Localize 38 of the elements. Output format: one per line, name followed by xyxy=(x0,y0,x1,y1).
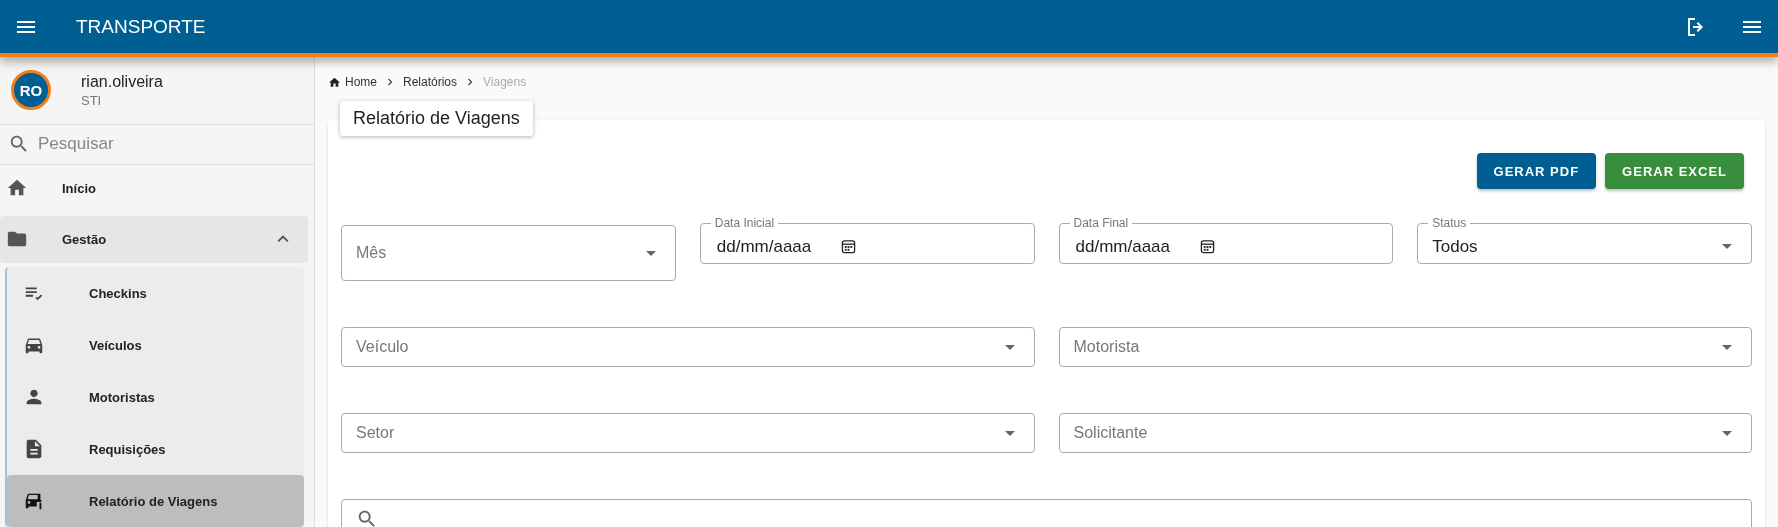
date-input[interactable]: dd/mm/aaaa xyxy=(1073,235,1188,258)
date-field[interactable]: Data Final dd/mm/aaaa xyxy=(1058,216,1394,264)
dropdown-caret-icon xyxy=(645,250,656,256)
breadcrumb-link[interactable]: Home xyxy=(345,75,377,89)
select-field[interactable]: Setor xyxy=(341,413,1035,453)
pdf-button[interactable]: GERAR PDF xyxy=(1476,153,1597,189)
search-icon xyxy=(356,508,378,527)
select-field[interactable]: Mês xyxy=(341,225,676,281)
dropdown-caret-icon xyxy=(1722,244,1732,249)
user-name: rian.oliveira xyxy=(81,72,163,91)
nav-item[interactable]: Início xyxy=(0,164,308,212)
select-field[interactable]: Motorista xyxy=(1058,327,1752,367)
calendar-icon[interactable] xyxy=(840,239,856,254)
dropdown-caret-icon xyxy=(1004,430,1015,436)
dropdown-caret-icon xyxy=(1004,344,1015,350)
date-input[interactable]: dd/mm/aaaa xyxy=(714,235,829,258)
date-field[interactable]: Data Inicial dd/mm/aaaa xyxy=(699,216,1035,264)
search-input[interactable]: Pesquisar xyxy=(36,133,280,156)
user-department: STI xyxy=(81,92,103,108)
nav-item[interactable]: Checkins xyxy=(7,267,304,319)
dropdown-caret-icon xyxy=(1722,344,1732,350)
select-field[interactable]: Solicitante xyxy=(1058,413,1752,453)
select-field[interactable]: Veículo xyxy=(341,327,1035,367)
breadcrumb-link[interactable]: Relatórios xyxy=(403,75,458,89)
panel-title: Relatório de Viagens xyxy=(340,101,533,136)
nav-item[interactable]: Requisições xyxy=(7,423,304,475)
app-title: TRANSPORTE xyxy=(76,15,207,38)
nav-item[interactable]: Relatório de Viagens xyxy=(7,475,304,527)
home-icon xyxy=(328,75,341,89)
calendar-icon[interactable] xyxy=(1199,239,1215,254)
nav-item[interactable]: Gestão xyxy=(0,215,308,263)
nav-item[interactable]: Veículos xyxy=(7,319,304,371)
user-avatar: RO xyxy=(11,70,51,111)
excel-button[interactable]: GERAR EXCEL xyxy=(1605,153,1744,189)
dropdown-caret-icon xyxy=(1722,430,1732,436)
nav-item[interactable]: Motoristas xyxy=(7,371,304,423)
select-field[interactable]: Status Todos xyxy=(1417,216,1752,264)
search-field[interactable] xyxy=(341,499,1752,527)
